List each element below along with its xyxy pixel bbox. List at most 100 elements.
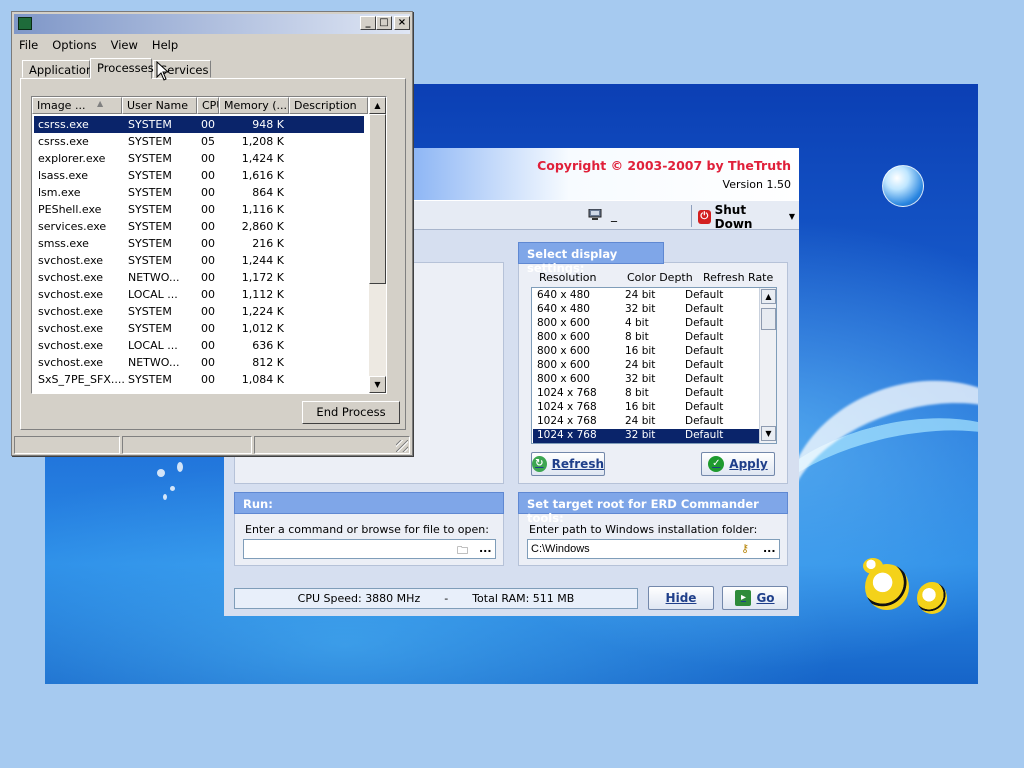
list-item[interactable]: 1024 x 768 16 bit Default	[533, 401, 759, 415]
list-item[interactable]: 1024 x 768 32 bit Default	[533, 429, 759, 443]
run-browse-button[interactable]: ...	[479, 542, 492, 555]
process-cpu: 00	[201, 305, 215, 318]
table-row[interactable]: PEShell.exe SYSTEM 00 1,116 K	[34, 201, 364, 218]
scroll-down-icon[interactable]: ▼	[761, 426, 776, 441]
process-list-scrollbar[interactable]: ▲ ▼	[369, 97, 386, 393]
display-color-depth: 32 bit	[625, 429, 656, 441]
list-item[interactable]: 800 x 600 32 bit Default	[533, 373, 759, 387]
column-description[interactable]: Description	[289, 97, 368, 114]
table-row[interactable]: svchost.exe LOCAL ... 00 636 K	[34, 337, 364, 354]
process-cpu: 00	[201, 373, 215, 386]
list-item[interactable]: 1024 x 768 24 bit Default	[533, 415, 759, 429]
process-cpu: 00	[201, 271, 215, 284]
apply-button[interactable]: ✓ Apply	[701, 452, 775, 476]
display-color-depth: 24 bit	[625, 415, 656, 427]
column-image-name[interactable]: Image ... ▲	[32, 97, 122, 114]
table-row[interactable]: svchost.exe SYSTEM 00 1,244 K	[34, 252, 364, 269]
process-user-name: SYSTEM	[128, 186, 172, 199]
list-item[interactable]: 640 x 480 32 bit Default	[533, 303, 759, 317]
display-modes-list[interactable]: 640 x 480 24 bit Default 640 x 480 32 bit Def…	[531, 287, 777, 444]
process-image-name: lsm.exe	[38, 186, 81, 199]
tab-applications[interactable]: Applications	[22, 60, 99, 78]
display-list-scrollbar[interactable]: ▲ ▼	[759, 288, 776, 443]
table-row[interactable]: csrss.exe SYSTEM 00 948 K	[34, 116, 364, 133]
process-memory: 1,116 K	[241, 203, 284, 216]
process-image-name: svchost.exe	[38, 254, 104, 267]
process-image-name: SxS_7PE_SFX....	[38, 373, 124, 386]
scroll-thumb[interactable]	[369, 114, 386, 284]
shutdown-label: Shut Down	[714, 202, 753, 231]
display-color-depth: 32 bit	[625, 303, 656, 315]
run-label: Enter a command or browse for file to op…	[245, 523, 489, 536]
hide-button[interactable]: Hide	[648, 586, 714, 610]
end-process-button[interactable]: End Process	[302, 401, 400, 424]
table-row[interactable]: svchost.exe NETWO... 00 812 K	[34, 354, 364, 371]
table-row[interactable]: svchost.exe NETWO... 00 1,172 K	[34, 269, 364, 286]
go-button[interactable]: ▸ Go	[722, 586, 788, 610]
process-image-name: smss.exe	[38, 237, 89, 250]
table-row[interactable]: explorer.exe SYSTEM 00 1,424 K	[34, 150, 364, 167]
close-button[interactable]: ×	[394, 16, 410, 30]
toolbar-separator	[691, 205, 692, 227]
table-row[interactable]: smss.exe SYSTEM 00 216 K	[34, 235, 364, 252]
table-row[interactable]: lsass.exe SYSTEM 00 1,616 K	[34, 167, 364, 184]
list-item[interactable]: 800 x 600 16 bit Default	[533, 345, 759, 359]
menu-view[interactable]: View	[104, 38, 145, 54]
process-list[interactable]: Image ... ▲ User Name CPU Memory (... De…	[31, 96, 387, 394]
display-resolution: 800 x 600	[537, 331, 590, 343]
scroll-thumb[interactable]	[761, 308, 776, 330]
display-settings-panel: Select display settings: Resolution Colo…	[518, 242, 788, 484]
table-row[interactable]: svchost.exe SYSTEM 00 1,012 K	[34, 320, 364, 337]
monitor-icon[interactable]	[588, 209, 602, 221]
maximize-button[interactable]: □	[376, 16, 392, 30]
display-color-depth: 16 bit	[625, 401, 656, 413]
list-item[interactable]: 640 x 480 24 bit Default	[533, 289, 759, 303]
table-row[interactable]: svchost.exe SYSTEM 00 1,224 K	[34, 303, 364, 320]
column-cpu[interactable]: CPU	[197, 97, 219, 114]
list-item[interactable]: 800 x 600 4 bit Default	[533, 317, 759, 331]
display-resolution: 800 x 600	[537, 317, 590, 329]
scroll-up-icon[interactable]: ▲	[369, 97, 386, 114]
display-refresh-rate: Default	[685, 429, 724, 441]
folder-icon[interactable]: 🗀	[457, 542, 468, 561]
shutdown-button[interactable]: ⏻ Shut Down ▼	[698, 203, 795, 231]
menu-file[interactable]: File	[12, 38, 45, 54]
process-cpu: 00	[201, 118, 215, 131]
table-row[interactable]: SxS_7PE_SFX.... SYSTEM 00 1,084 K	[34, 371, 364, 388]
scroll-down-icon[interactable]: ▼	[369, 376, 386, 393]
table-row[interactable]: csrss.exe SYSTEM 05 1,208 K	[34, 133, 364, 150]
process-list-header: Image ... ▲ User Name CPU Memory (... De…	[32, 97, 368, 114]
list-item[interactable]: 800 x 600 8 bit Default	[533, 331, 759, 345]
sort-ascending-icon: ▲	[97, 99, 104, 108]
water-droplet	[177, 462, 183, 472]
list-item[interactable]: 800 x 600 24 bit Default	[533, 359, 759, 373]
toolbar-placeholder: _	[611, 208, 617, 222]
process-cpu: 00	[201, 237, 215, 250]
resize-grip[interactable]	[396, 440, 408, 452]
table-row[interactable]: svchost.exe LOCAL ... 00 1,112 K	[34, 286, 364, 303]
task-manager-titlebar[interactable]: _ □ ×	[14, 14, 410, 34]
display-resolution: 1024 x 768	[537, 429, 597, 441]
menu-help[interactable]: Help	[145, 38, 185, 54]
menu-options[interactable]: Options	[45, 38, 103, 54]
list-item[interactable]: 1024 x 768 8 bit Default	[533, 387, 759, 401]
target-browse-button[interactable]: ...	[763, 542, 776, 555]
minimize-button[interactable]: _	[360, 16, 376, 30]
scroll-up-icon[interactable]: ▲	[761, 289, 776, 304]
process-image-name: csrss.exe	[38, 118, 89, 131]
keys-icon[interactable]: ⚷	[741, 542, 749, 555]
table-row[interactable]: services.exe SYSTEM 00 2,860 K	[34, 218, 364, 235]
run-panel: Run: Enter a command or browse for file …	[234, 492, 504, 566]
table-row[interactable]: lsm.exe SYSTEM 00 864 K	[34, 184, 364, 201]
column-memory[interactable]: Memory (...	[219, 97, 289, 114]
display-settings-title: Select display settings:	[518, 242, 664, 275]
fish-image	[917, 582, 947, 614]
process-memory: 1,084 K	[241, 373, 284, 386]
total-ram: Total RAM: 511 MB	[472, 592, 575, 605]
process-user-name: SYSTEM	[128, 322, 172, 335]
column-resolution: Resolution	[539, 271, 597, 284]
column-user-name[interactable]: User Name	[122, 97, 197, 114]
process-image-name: svchost.exe	[38, 339, 104, 352]
refresh-button[interactable]: ↻ Refresh	[531, 452, 605, 476]
tab-processes[interactable]: Processes	[90, 58, 154, 79]
